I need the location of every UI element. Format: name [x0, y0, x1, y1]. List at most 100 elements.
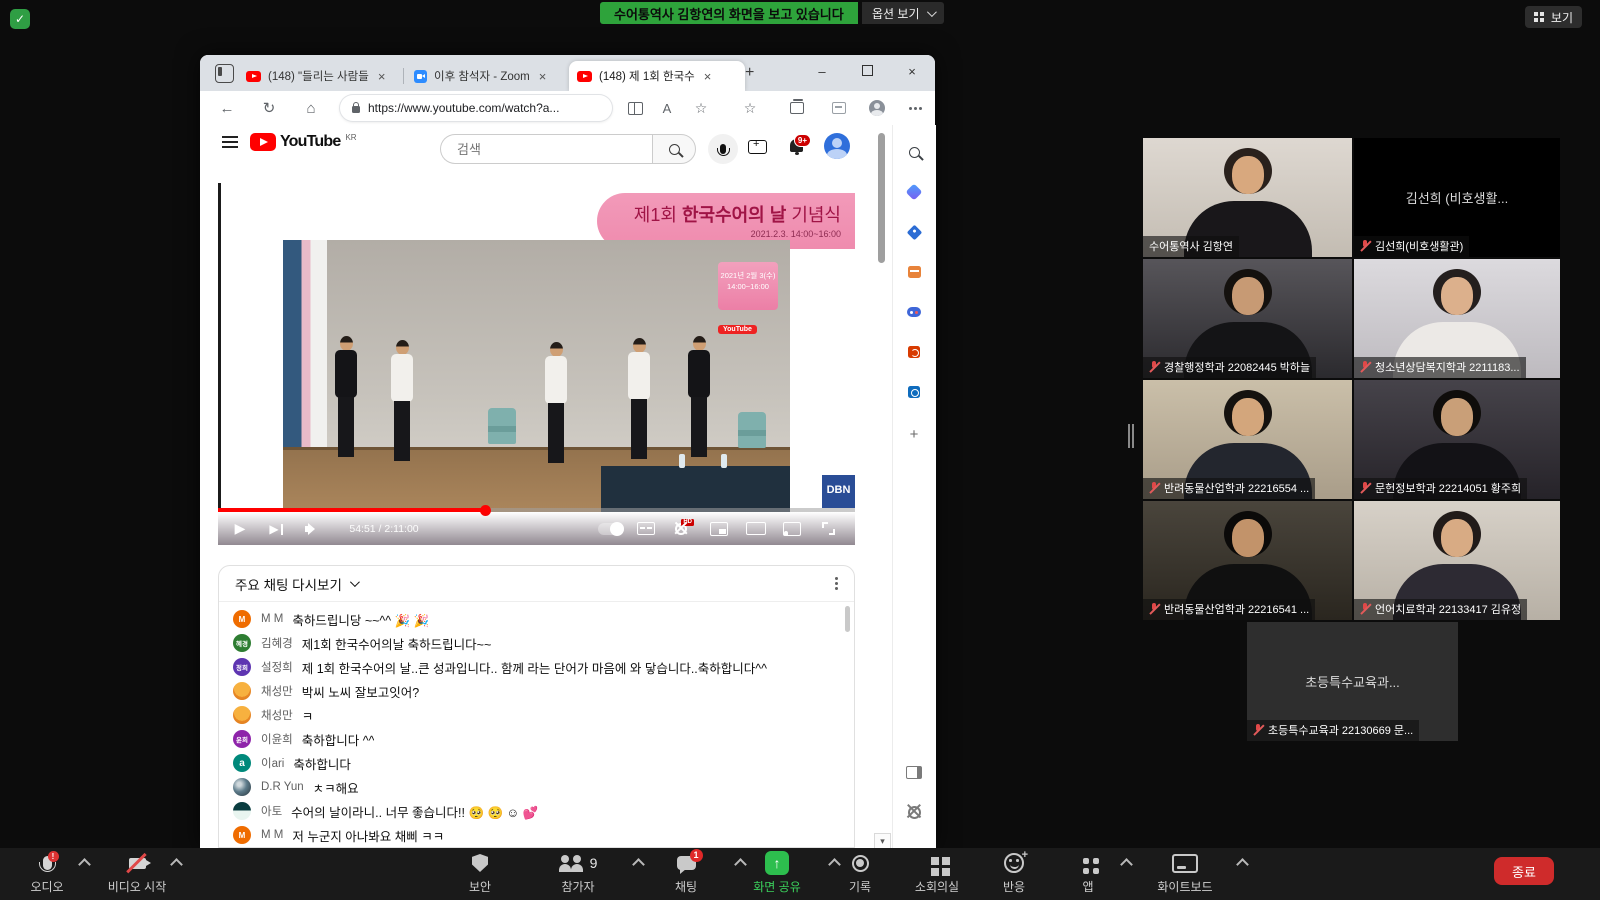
- captions-button[interactable]: [633, 512, 659, 545]
- theater-mode-button[interactable]: [742, 512, 770, 545]
- next-button[interactable]: ▶: [262, 512, 286, 545]
- search-button[interactable]: [652, 134, 696, 164]
- sidebar-add-button[interactable]: +: [905, 425, 923, 443]
- participant-tile[interactable]: 초등특수교육과... 초등특수교육과 22130669 문...: [1247, 622, 1458, 741]
- tab-actions-icon[interactable]: [215, 64, 234, 83]
- sidebar-shopping-button[interactable]: [905, 223, 923, 241]
- profile-button[interactable]: [862, 91, 892, 125]
- search-box[interactable]: [440, 134, 652, 164]
- view-options-button[interactable]: 옵션 보기: [862, 2, 944, 24]
- chat-message: 아토수어의 날이라니.. 너무 좋습니다!! 🥺 🥺 ☺ 💕: [233, 799, 854, 823]
- scroll-down-arrow[interactable]: ▾: [874, 833, 891, 848]
- new-tab-button[interactable]: +: [745, 64, 754, 82]
- chat-scrollbar[interactable]: [845, 606, 850, 632]
- account-button[interactable]: [824, 133, 850, 159]
- create-button[interactable]: [748, 140, 767, 154]
- sidebar-copilot-button[interactable]: [905, 183, 923, 201]
- chat-replay-header[interactable]: 주요 채팅 다시보기: [219, 566, 854, 602]
- view-button[interactable]: 보기: [1525, 6, 1582, 28]
- home-button[interactable]: ⌂: [296, 91, 326, 125]
- panel-drag-handle[interactable]: [1128, 424, 1130, 448]
- participant-tile[interactable]: 언어치료학과 22133417 김유정: [1354, 501, 1560, 620]
- sidebar-settings-button[interactable]: [905, 803, 923, 821]
- theater-icon: [746, 522, 766, 535]
- sidebar-games-button[interactable]: [905, 303, 923, 321]
- participant-tile[interactable]: 반려동물산업학과 22216541 ...: [1143, 501, 1352, 620]
- browser-essentials-button[interactable]: [824, 91, 854, 125]
- share-screen-button[interactable]: ↑ 화면 공유: [739, 851, 815, 895]
- settings-button[interactable]: HD: [668, 512, 694, 545]
- voice-search-button[interactable]: [708, 134, 738, 164]
- participant-tile[interactable]: 수어통역사 김항연: [1143, 138, 1352, 257]
- security-button[interactable]: 보안: [442, 851, 518, 895]
- browser-menu-button[interactable]: [900, 91, 930, 125]
- video-player[interactable]: 제1회 한국수어의 날 기념식 2021.2.3. 14:00~16:00: [218, 183, 855, 545]
- refresh-button[interactable]: ↻: [254, 91, 284, 125]
- participants-button[interactable]: 9 참가자: [540, 851, 616, 895]
- chat-button[interactable]: 1 채팅: [648, 851, 724, 895]
- address-bar[interactable]: https://www.youtube.com/watch?a...: [340, 95, 612, 121]
- chat-text: 제 1회 한국수어의 날..큰 성과입니다.. 함께 라는 단어가 마음에 와 …: [302, 658, 767, 677]
- participant-tile[interactable]: 김선희 (비호생활... 김선희(비호생활관): [1354, 138, 1560, 257]
- participants-chevron[interactable]: [632, 858, 645, 871]
- tab-close-button[interactable]: ×: [378, 69, 386, 84]
- cast-button[interactable]: [779, 512, 805, 545]
- sidebar-panel-button[interactable]: [905, 763, 923, 781]
- sidebar-search-button[interactable]: [905, 143, 923, 161]
- sidebar-tools-button[interactable]: [905, 263, 923, 281]
- play-button[interactable]: ▶: [228, 512, 252, 545]
- search-input[interactable]: [455, 141, 629, 158]
- player-controls: ▶ ▶ 54:51 / 2:11:00 HD: [218, 512, 855, 545]
- close-window-button[interactable]: ×: [895, 57, 929, 87]
- muted-mic-icon: [1360, 240, 1370, 252]
- breakout-rooms-button[interactable]: 소회의실: [899, 851, 975, 895]
- split-screen-button[interactable]: [620, 91, 650, 125]
- browser-tab-1[interactable]: (148) "들리는 사람들 ×: [238, 61, 417, 91]
- autoplay-toggle[interactable]: [596, 512, 626, 545]
- audio-label: 오디오: [9, 878, 85, 895]
- participant-tile[interactable]: 경찰행정학과 22082445 박하늘: [1143, 259, 1352, 378]
- miniplayer-button[interactable]: [706, 512, 732, 545]
- whiteboard-button[interactable]: 화이트보드: [1142, 851, 1228, 895]
- security-shield-icon: ✓: [10, 9, 30, 29]
- tab-close-button[interactable]: ×: [539, 69, 547, 84]
- end-meeting-button[interactable]: 종료: [1494, 857, 1554, 885]
- participant-tile[interactable]: 문헌정보학과 22214051 황주희: [1354, 380, 1560, 499]
- apps-button[interactable]: 앱: [1050, 851, 1126, 895]
- participant-tile[interactable]: 반려동물산업학과 22216554 ...: [1143, 380, 1352, 499]
- chat-menu-button[interactable]: [835, 582, 838, 585]
- browser-toolbar: ← ↻ ⌂ https://www.youtube.com/watch?a...…: [200, 91, 935, 126]
- audio-button[interactable]: ! 오디오: [9, 851, 85, 895]
- sidebar-office-button[interactable]: [905, 343, 923, 361]
- reactions-button[interactable]: + 반응: [976, 851, 1052, 895]
- browser-tab-2[interactable]: 이후 참석자 - Zoom ×: [406, 61, 582, 91]
- grid-view-icon: [1534, 12, 1545, 23]
- youtube-logo[interactable]: YouTube KR: [250, 133, 357, 151]
- back-button[interactable]: ←: [212, 91, 242, 125]
- collections-button[interactable]: [782, 91, 812, 125]
- page-scrollbar[interactable]: [878, 133, 885, 263]
- tab-close-button[interactable]: ×: [704, 69, 712, 84]
- lock-icon: [352, 106, 360, 113]
- participant-tile[interactable]: 청소년상담복지학과 2211183...: [1354, 259, 1560, 378]
- sidebar-outlook-button[interactable]: [905, 383, 923, 401]
- autoplay-icon: [598, 523, 624, 535]
- chat-badge: 1: [690, 849, 703, 862]
- add-favorite-button[interactable]: ☆: [686, 91, 716, 125]
- time-display: 54:51 / 2:11:00: [334, 512, 434, 545]
- minimize-button[interactable]: –: [805, 57, 839, 87]
- fullscreen-button[interactable]: [815, 512, 841, 545]
- read-aloud-button[interactable]: A: [652, 91, 682, 125]
- volume-button[interactable]: [300, 512, 324, 545]
- whiteboard-icon: [1172, 854, 1198, 873]
- favorites-bar-button[interactable]: ☆: [735, 91, 765, 125]
- youtube-favicon: [246, 71, 261, 82]
- smiley-icon: +: [1004, 853, 1024, 873]
- record-button[interactable]: 기록: [822, 851, 898, 895]
- start-video-button[interactable]: 비디오 시작: [99, 851, 175, 895]
- browser-tab-3-active[interactable]: (148) 제 1회 한국수 ×: [569, 61, 745, 91]
- whiteboard-chevron[interactable]: [1236, 858, 1249, 871]
- maximize-button[interactable]: [850, 57, 884, 87]
- youtube-menu-button[interactable]: [222, 141, 238, 143]
- notifications-button[interactable]: 9+: [790, 139, 803, 152]
